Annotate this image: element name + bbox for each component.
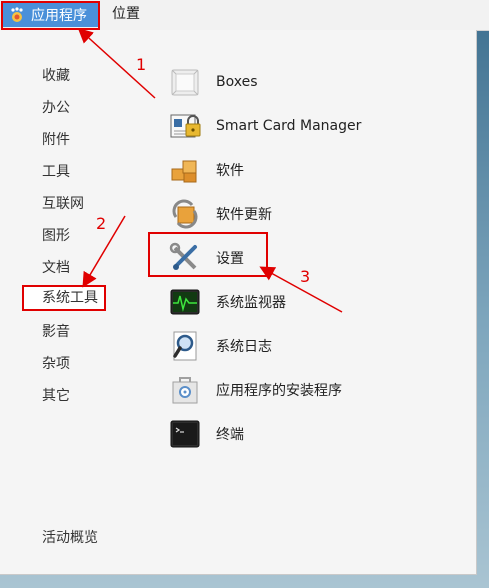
app-label: 系统监视器 xyxy=(216,295,286,311)
system-log-icon xyxy=(168,329,202,363)
app-label: Boxes xyxy=(216,74,258,90)
category-sundry[interactable]: 杂项 xyxy=(42,354,70,374)
applications-panel: 收藏 办公 附件 工具 互联网 图形 文档 系统工具 影音 杂项 其它 活动概览… xyxy=(0,30,477,575)
software-icon xyxy=(168,153,202,187)
app-system-log[interactable]: 系统日志 xyxy=(168,328,272,364)
category-office[interactable]: 办公 xyxy=(42,98,70,118)
category-other[interactable]: 其它 xyxy=(42,386,70,406)
annotation-number-1: 1 xyxy=(136,55,147,74)
annotation-box-applications xyxy=(1,1,100,30)
app-application-installer[interactable]: 应用程序的安装程序 xyxy=(168,372,342,408)
app-terminal[interactable]: 终端 xyxy=(168,416,244,452)
activities-overview[interactable]: 活动概览 xyxy=(42,528,98,548)
app-label: 终端 xyxy=(216,427,244,443)
annotation-box-settings xyxy=(148,232,268,277)
category-documents[interactable]: 文档 xyxy=(42,258,70,278)
app-label: 应用程序的安装程序 xyxy=(216,383,342,399)
app-label: 系统日志 xyxy=(216,339,272,355)
category-sound-video[interactable]: 影音 xyxy=(42,322,70,342)
app-smart-card-manager[interactable]: Smart Card Manager xyxy=(168,108,361,144)
category-graphics[interactable]: 图形 xyxy=(42,226,70,246)
app-label: 软件更新 xyxy=(216,207,272,223)
boxes-icon xyxy=(168,65,202,99)
app-label: 软件 xyxy=(216,163,244,179)
annotation-number-2: 2 xyxy=(96,214,107,233)
category-system-tools[interactable]: 系统工具 xyxy=(22,285,106,311)
category-utilities[interactable]: 工具 xyxy=(42,162,70,182)
terminal-icon xyxy=(168,417,202,451)
app-software[interactable]: 软件 xyxy=(168,152,244,188)
app-software-update[interactable]: 软件更新 xyxy=(168,196,272,232)
app-installer-icon xyxy=(168,373,202,407)
app-boxes[interactable]: Boxes xyxy=(168,64,258,100)
software-update-icon xyxy=(168,197,202,231)
annotation-number-3: 3 xyxy=(300,267,311,286)
category-accessories[interactable]: 附件 xyxy=(42,130,70,150)
system-monitor-icon xyxy=(168,285,202,319)
smart-card-icon xyxy=(168,109,202,143)
category-favorites[interactable]: 收藏 xyxy=(42,66,70,86)
category-internet[interactable]: 互联网 xyxy=(42,194,84,214)
app-system-monitor[interactable]: 系统监视器 xyxy=(168,284,286,320)
places-menu[interactable]: 位置 xyxy=(112,2,140,27)
app-label: Smart Card Manager xyxy=(216,118,362,134)
